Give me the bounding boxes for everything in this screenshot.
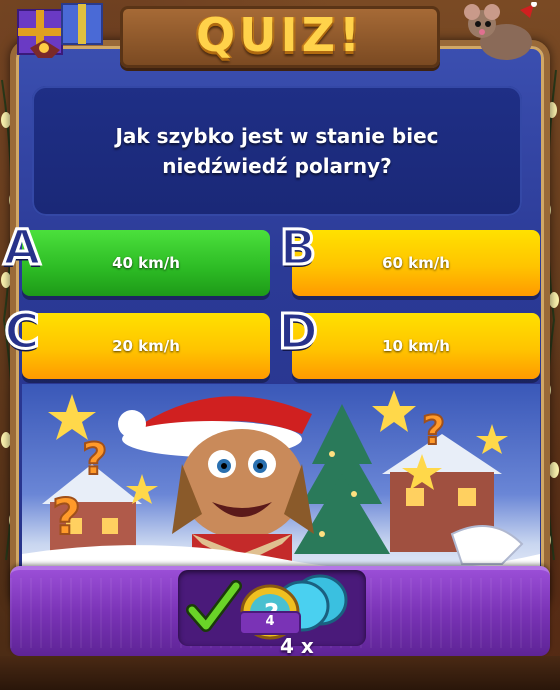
answer-b-letter: B xyxy=(278,219,318,278)
question-text: Jak szybko jest w stanie biec niedźwiedź… xyxy=(115,124,439,178)
answer-d-button[interactable]: 10 km/h xyxy=(292,313,540,379)
answer-b-label: 60 km/h xyxy=(382,254,450,272)
christmas-tree-icon xyxy=(294,404,390,554)
answer-a-letter: A xyxy=(2,219,42,278)
answer-d-letter: D xyxy=(277,303,320,362)
mouse-mascot-icon xyxy=(464,2,537,60)
answer-a-label: 40 km/h xyxy=(112,254,180,272)
answer-a-button[interactable]: 40 km/h xyxy=(22,230,270,296)
winter-scene-illustration: ? ? ? xyxy=(22,384,540,584)
hand-icon xyxy=(450,525,524,565)
answer-c-button[interactable]: 20 km/h xyxy=(22,313,270,379)
bottom-ground xyxy=(0,656,560,690)
svg-text:?: ? xyxy=(422,408,445,454)
svg-text:?: ? xyxy=(52,488,81,546)
hint-count: 4 xyxy=(265,614,275,629)
checkmark-icon xyxy=(186,580,242,632)
gift-icon xyxy=(17,3,103,58)
answer-c-label: 20 km/h xyxy=(112,337,180,355)
answer-c-letter: C xyxy=(3,303,41,362)
answer-d-label: 10 km/h xyxy=(382,337,450,355)
answer-b-button[interactable]: 60 km/h xyxy=(292,230,540,296)
question-mark-icon: ? xyxy=(82,434,108,485)
quiz-title: QUIZ! xyxy=(196,8,364,62)
question-box: Jak szybko jest w stanie biec niedźwiedź… xyxy=(32,86,522,216)
